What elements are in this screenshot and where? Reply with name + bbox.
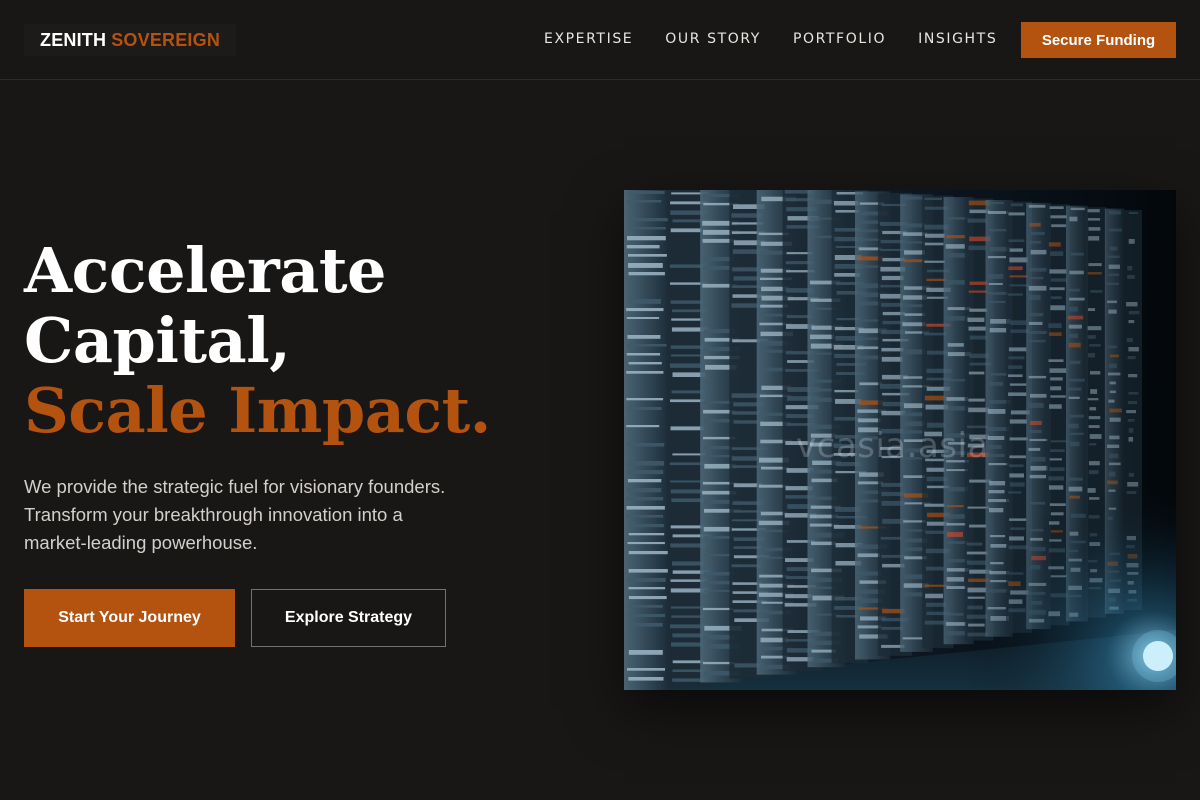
nav-link-insights[interactable]: INSIGHTS <box>902 25 1013 53</box>
hero-description-line-2: Transform your breakthrough innovation i… <box>24 504 403 525</box>
brand-logo[interactable]: ZENITH SOVEREIGN <box>24 24 237 56</box>
hero-title: Accelerate Capital, Scale Impact. <box>24 236 491 446</box>
main-nav: EXPERTISE OUR STORY PORTFOLIO INSIGHTS <box>528 22 1013 56</box>
start-journey-button[interactable]: Start Your Journey <box>24 589 235 647</box>
hero-description-line-3: market-leading powerhouse. <box>24 532 258 553</box>
hero-image-server-racks: vcasia.asia <box>624 190 1176 690</box>
nav-link-expertise[interactable]: EXPERTISE <box>528 25 649 53</box>
hero-title-accent-line: Scale Impact. <box>24 374 491 447</box>
hero-title-line-1: Accelerate <box>24 234 386 307</box>
hero-description-line-1: We provide the strategic fuel for vision… <box>24 476 446 497</box>
hero-title-line-2: Capital, <box>24 304 291 377</box>
secure-funding-button[interactable]: Secure Funding <box>1021 22 1176 58</box>
hero-description: We provide the strategic fuel for vision… <box>24 473 494 557</box>
logo-text-primary: ZENITH <box>40 29 107 50</box>
nav-link-portfolio[interactable]: PORTFOLIO <box>777 25 902 53</box>
explore-strategy-button[interactable]: Explore Strategy <box>251 589 446 647</box>
nav-link-our-story[interactable]: OUR STORY <box>649 25 777 53</box>
logo-text-accent: SOVEREIGN <box>111 29 221 50</box>
site-header: ZENITH SOVEREIGN EXPERTISE OUR STORY POR… <box>0 0 1200 80</box>
image-watermark: vcasia.asia <box>796 426 989 466</box>
